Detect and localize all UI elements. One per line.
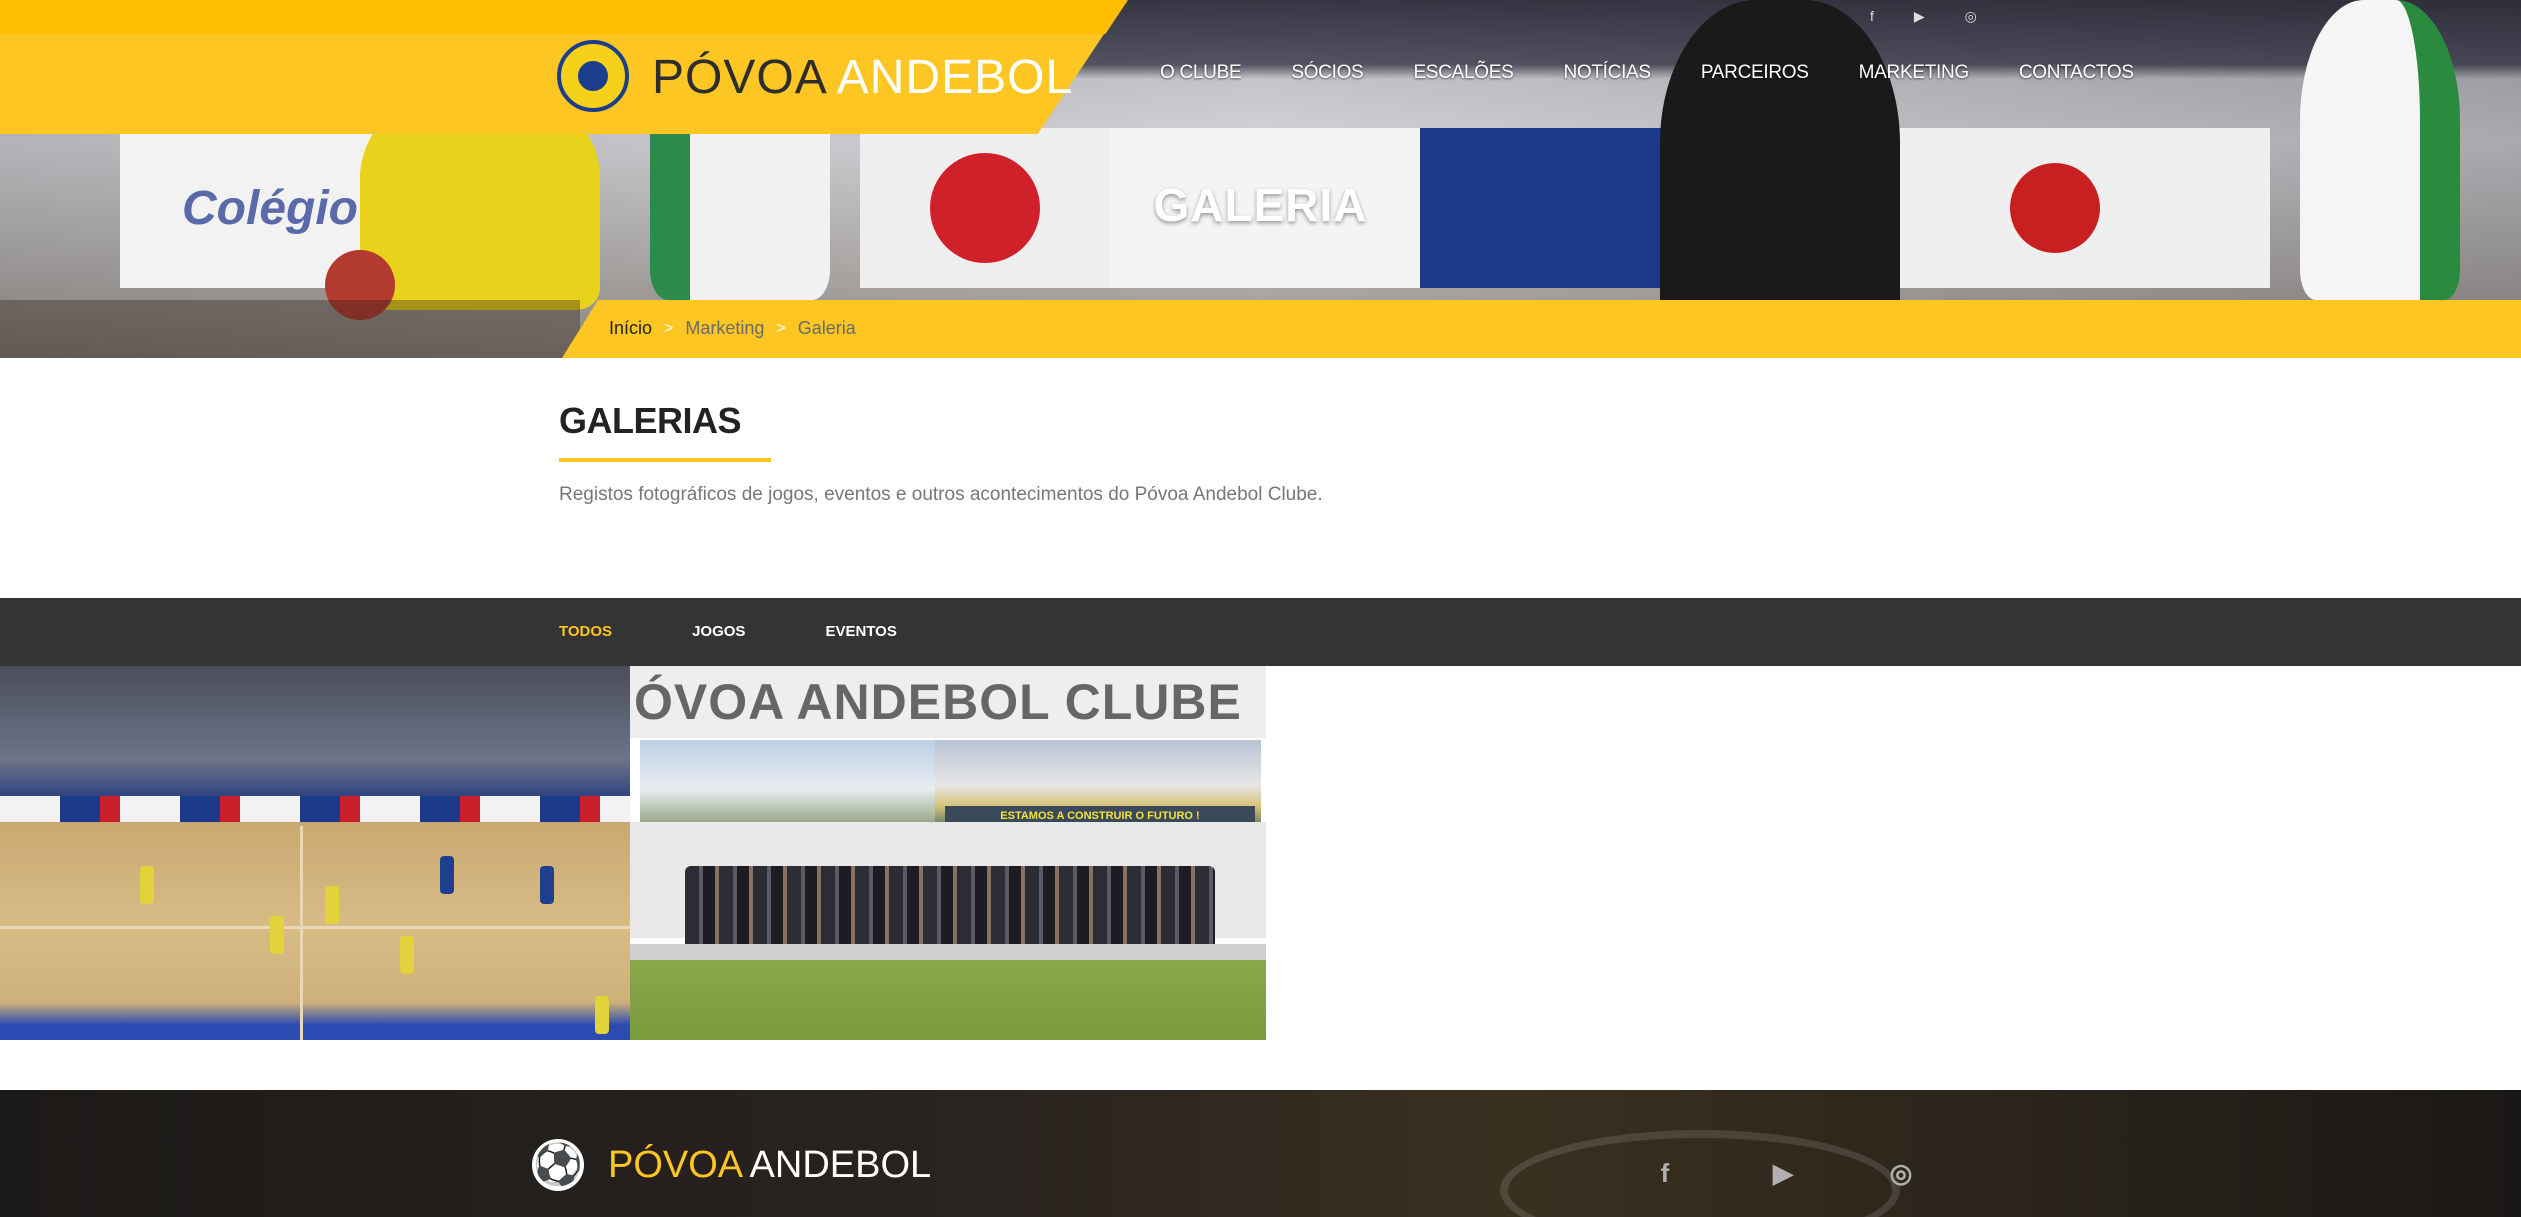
youtube-icon[interactable]: ▶ [1914,8,1925,25]
arena-banners [0,796,630,822]
breadcrumb-separator: > [776,319,786,337]
player-figure [325,886,339,924]
brand-word-2: ANDEBOL [836,51,1074,104]
title-underline [559,458,771,462]
brand-word-1: PÓVOA [652,51,826,104]
nav-contactos[interactable]: CONTACTOS [2019,62,2134,84]
pavement [630,944,1266,960]
player-figure [400,936,414,974]
footer [0,1090,2521,1217]
building-render [640,740,940,822]
page-hero-title: GALERIA [1153,179,1368,231]
club-logo[interactable] [557,40,629,112]
grass [630,960,1266,1040]
nav-escaloes[interactable]: ESCALÕES [1413,62,1513,84]
player-figure [440,856,454,894]
breadcrumb-shade [0,300,580,358]
nav-marketing[interactable]: MARKETING [1859,62,1970,84]
nav-o-clube[interactable]: O CLUBE [1160,62,1242,84]
footer-brand-word-1: PÓVOA [608,1144,742,1186]
top-social-links: f ▶ ◎ [1870,8,1977,25]
nav-socios[interactable]: SÓCIOS [1291,62,1363,84]
nav-noticias[interactable]: NOTÍCIAS [1563,62,1651,84]
football-icon: ⚽ [532,1139,584,1191]
gallery-item-event[interactable]: ÓVOA ANDEBOL CLUBE ESTAMOS A CONSTRUIR O… [630,666,1266,1040]
main-nav: O CLUBE SÓCIOS ESCALÕES NOTÍCIAS PARCEIR… [1160,62,2184,84]
court-line [0,926,630,929]
breadcrumb-separator: > [664,319,674,337]
event-wall-header: ÓVOA ANDEBOL CLUBE [630,666,1266,738]
filter-todos[interactable]: TODOS [559,623,612,640]
nav-parceiros[interactable]: PARCEIROS [1701,62,1809,84]
footer-social-links: f ▶ ◎ [1650,1158,2004,1189]
player-image [2300,0,2460,300]
instagram-icon[interactable]: ◎ [1965,8,1977,25]
filter-jogos[interactable]: JOGOS [692,623,745,640]
brand-name[interactable]: PÓVOA ANDEBOL [652,48,1073,108]
footer-brand[interactable]: PÓVOA ANDEBOL [608,1144,931,1187]
player-figure [270,916,284,954]
gallery-filter-bar [0,598,2521,666]
gallery-item-game[interactable] [0,666,630,1040]
instagram-icon[interactable]: ◎ [1886,1158,1916,1189]
breadcrumb-current: Galeria [797,318,856,338]
player-figure [595,996,609,1034]
youtube-icon[interactable]: ▶ [1768,1158,1798,1189]
filter-eventos[interactable]: EVENTOS [825,623,896,640]
breadcrumb-marketing[interactable]: Marketing [685,318,764,339]
player-figure [140,866,154,904]
player-figure [540,866,554,904]
footer-brand-word-2: ANDEBOL [749,1144,932,1186]
court-line [300,826,303,1040]
group-photo [685,866,1215,946]
gallery-filters: TODOS JOGOS EVENTOS [559,623,977,640]
section-title: GALERIAS [559,400,742,441]
top-accent-bar [0,0,1128,34]
section-description: Registos fotográficos de jogos, eventos … [559,484,1323,505]
facebook-icon[interactable]: f [1650,1158,1680,1189]
breadcrumb-home[interactable]: Início [609,318,652,339]
facebook-icon[interactable]: f [1870,8,1874,25]
breadcrumb: Início > Marketing > Galeria [609,318,856,339]
